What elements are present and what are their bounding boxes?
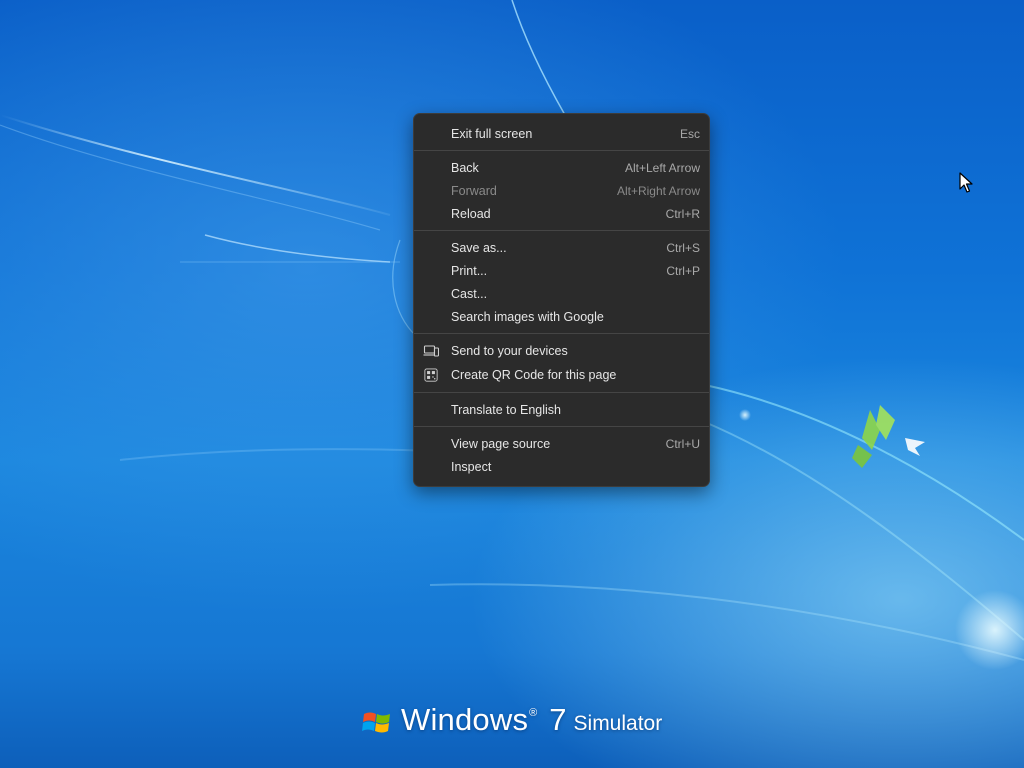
menu-separator — [414, 333, 709, 334]
menu-item-create-qr-code[interactable]: Create QR Code for this page — [414, 363, 709, 387]
menu-item-label: Back — [451, 160, 479, 175]
menu-item-shortcut: Alt+Right Arrow — [616, 183, 700, 198]
menu-item-shortcut: Alt+Left Arrow — [624, 160, 700, 175]
menu-item-forward: Forward Alt+Right Arrow — [414, 179, 709, 202]
menu-item-label: Forward — [451, 183, 497, 198]
desktop[interactable]: Exit full screen Esc Back Alt+Left Arrow… — [0, 0, 1024, 768]
menu-separator — [414, 426, 709, 427]
menu-item-label: Cast... — [451, 286, 488, 301]
menu-item-shortcut: Ctrl+R — [665, 206, 700, 221]
menu-item-shortcut: Esc — [679, 126, 700, 141]
menu-item-translate[interactable]: Translate to English — [414, 398, 709, 421]
menu-item-send-to-devices[interactable]: Send to your devices — [414, 339, 709, 363]
menu-item-label: Search images with Google — [451, 309, 604, 324]
menu-item-shortcut: Ctrl+U — [665, 436, 700, 451]
menu-item-label: Translate to English — [451, 402, 562, 417]
context-menu: Exit full screen Esc Back Alt+Left Arrow… — [413, 113, 710, 487]
bird-leaves-decoration — [852, 405, 925, 468]
menu-item-reload[interactable]: Reload Ctrl+R — [414, 202, 709, 225]
menu-item-cast[interactable]: Cast... — [414, 282, 709, 305]
registered-mark: ® — [529, 707, 538, 719]
windows-flag-icon — [362, 712, 390, 733]
menu-separator — [414, 230, 709, 231]
brand-version: 7 — [549, 702, 567, 737]
menu-item-label: Save as... — [451, 240, 507, 255]
menu-separator — [414, 150, 709, 151]
menu-item-shortcut: Ctrl+S — [666, 240, 700, 255]
brand-name: Windows — [401, 702, 529, 737]
devices-icon — [423, 345, 439, 357]
menu-item-view-page-source[interactable]: View page source Ctrl+U — [414, 432, 709, 455]
menu-item-label: Inspect — [451, 459, 492, 474]
menu-item-label: View page source — [451, 436, 551, 451]
windows-7-simulator-branding: Windows ® 7 Simulator — [361, 702, 662, 746]
menu-item-label: Create QR Code for this page — [451, 368, 617, 382]
menu-item-shortcut: Ctrl+P — [666, 263, 700, 278]
brand-suffix: Simulator — [573, 712, 663, 735]
menu-item-search-images-google[interactable]: Search images with Google — [414, 305, 709, 328]
menu-item-print[interactable]: Print... Ctrl+P — [414, 259, 709, 282]
qr-code-icon — [424, 368, 438, 382]
menu-item-exit-full-screen[interactable]: Exit full screen Esc — [414, 122, 709, 145]
menu-item-save-as[interactable]: Save as... Ctrl+S — [414, 236, 709, 259]
menu-item-label: Print... — [451, 263, 488, 278]
menu-item-back[interactable]: Back Alt+Left Arrow — [414, 156, 709, 179]
mouse-pointer-icon — [959, 172, 973, 193]
menu-item-inspect[interactable]: Inspect — [414, 455, 709, 478]
menu-item-label: Exit full screen — [451, 126, 533, 141]
menu-separator — [414, 392, 709, 393]
menu-item-label: Reload — [451, 206, 491, 221]
menu-item-label: Send to your devices — [451, 344, 568, 358]
